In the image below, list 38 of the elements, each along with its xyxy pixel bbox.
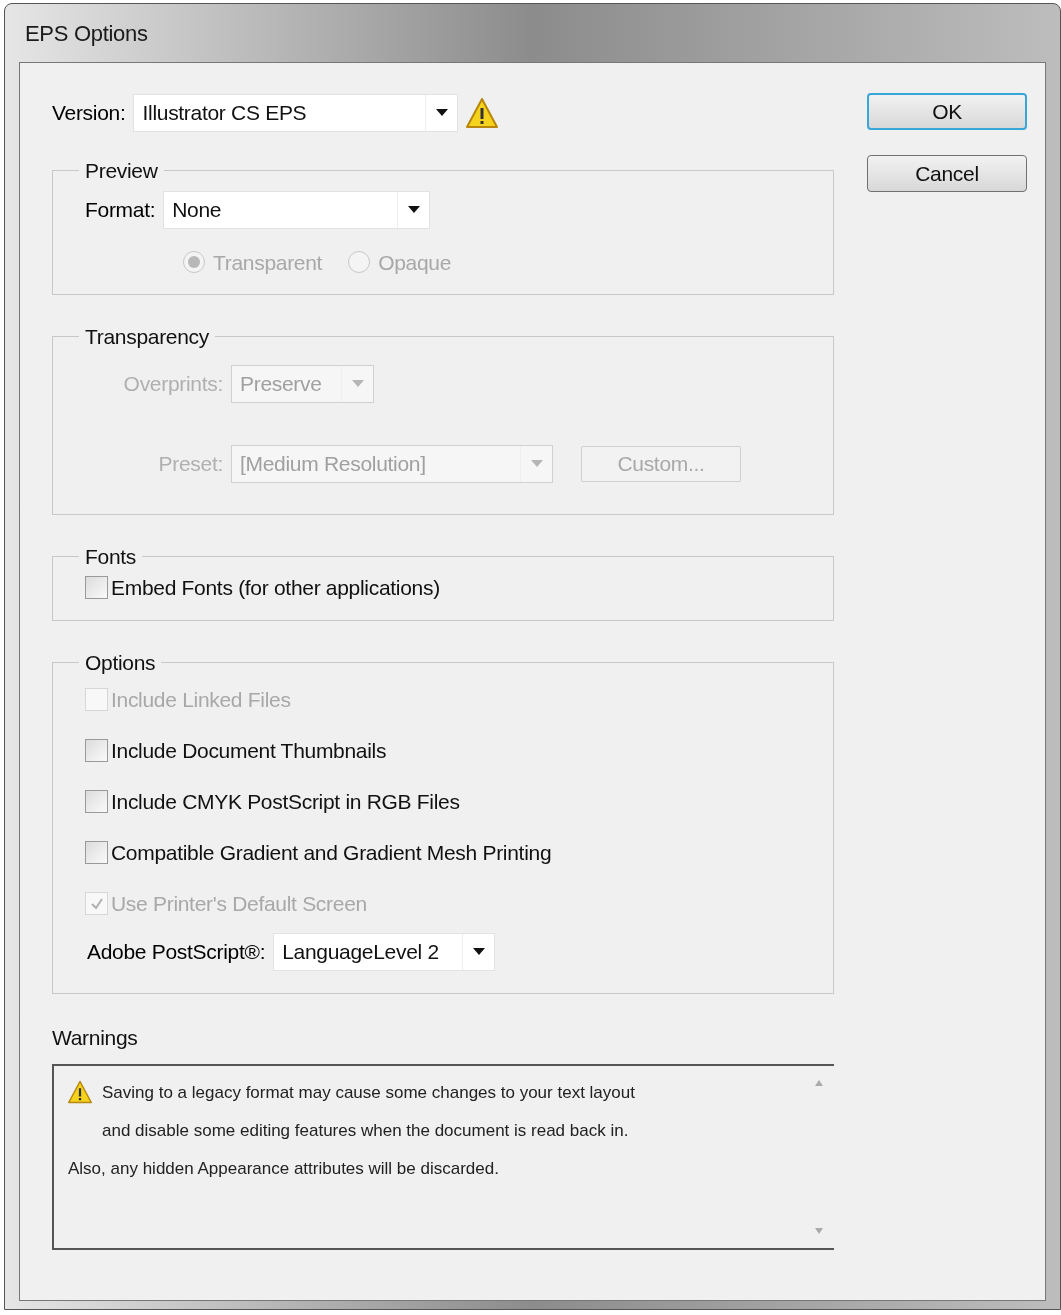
field-label: Format:	[85, 196, 156, 223]
checkbox[interactable]	[85, 841, 108, 864]
caret-icon	[472, 947, 485, 956]
checkbox-label: Use Printer's Default Screen	[111, 890, 367, 917]
radio-label: Transparent	[213, 249, 323, 276]
checkbox-label: Include CMYK PostScript in RGB Files	[111, 788, 460, 815]
warning-message: Also, any hidden Appearance attributes will be discarded.	[68, 1157, 500, 1180]
checkbox-label: Include Linked Files	[111, 686, 291, 713]
dialog-button[interactable]: OK	[867, 93, 1027, 130]
scroll-down-icon[interactable]	[815, 1227, 823, 1234]
checkbox[interactable]	[85, 576, 108, 599]
postscript-dropdown[interactable]: LanguageLevel 2	[273, 932, 496, 971]
field-label: Adobe PostScript®:	[87, 938, 266, 965]
scroll-up-icon[interactable]	[815, 1079, 823, 1086]
warning-message: Saving to a legacy format may cause some changes to your text layout and disable some editing features when the document is read back in.	[102, 1081, 636, 1142]
checkbox-label: Compatible Gradient and Gradient Mesh Printing	[111, 839, 552, 866]
version-dropdown[interactable]: Illustrator CS EPS	[133, 94, 459, 132]
group-title: Options	[84, 650, 157, 676]
checkbox-label: Include Document Thumbnails	[111, 737, 387, 764]
caret-icon	[530, 459, 543, 468]
section-title: Warnings	[52, 1025, 139, 1051]
warning-icon	[68, 1079, 92, 1104]
group-title: Transparency	[84, 324, 210, 350]
checkbox[interactable]	[85, 739, 108, 762]
checkbox-label: Embed Fonts (for other applications)	[111, 574, 440, 601]
field-label: Overprints:	[122, 370, 223, 397]
window-title: EPS Options	[25, 19, 148, 48]
group-title: Fonts	[84, 544, 138, 570]
checkbox[interactable]	[85, 790, 108, 813]
caret-icon	[351, 379, 364, 388]
group-title: Preview	[84, 158, 159, 184]
format-dropdown[interactable]: None	[163, 190, 431, 229]
field-label: Preset:	[157, 450, 223, 477]
field-label: Version:	[52, 100, 126, 127]
caret-icon	[407, 205, 420, 214]
caret-icon	[436, 109, 448, 117]
dialog-button[interactable]: Cancel	[867, 155, 1027, 192]
radio-label: Opaque	[378, 249, 452, 276]
